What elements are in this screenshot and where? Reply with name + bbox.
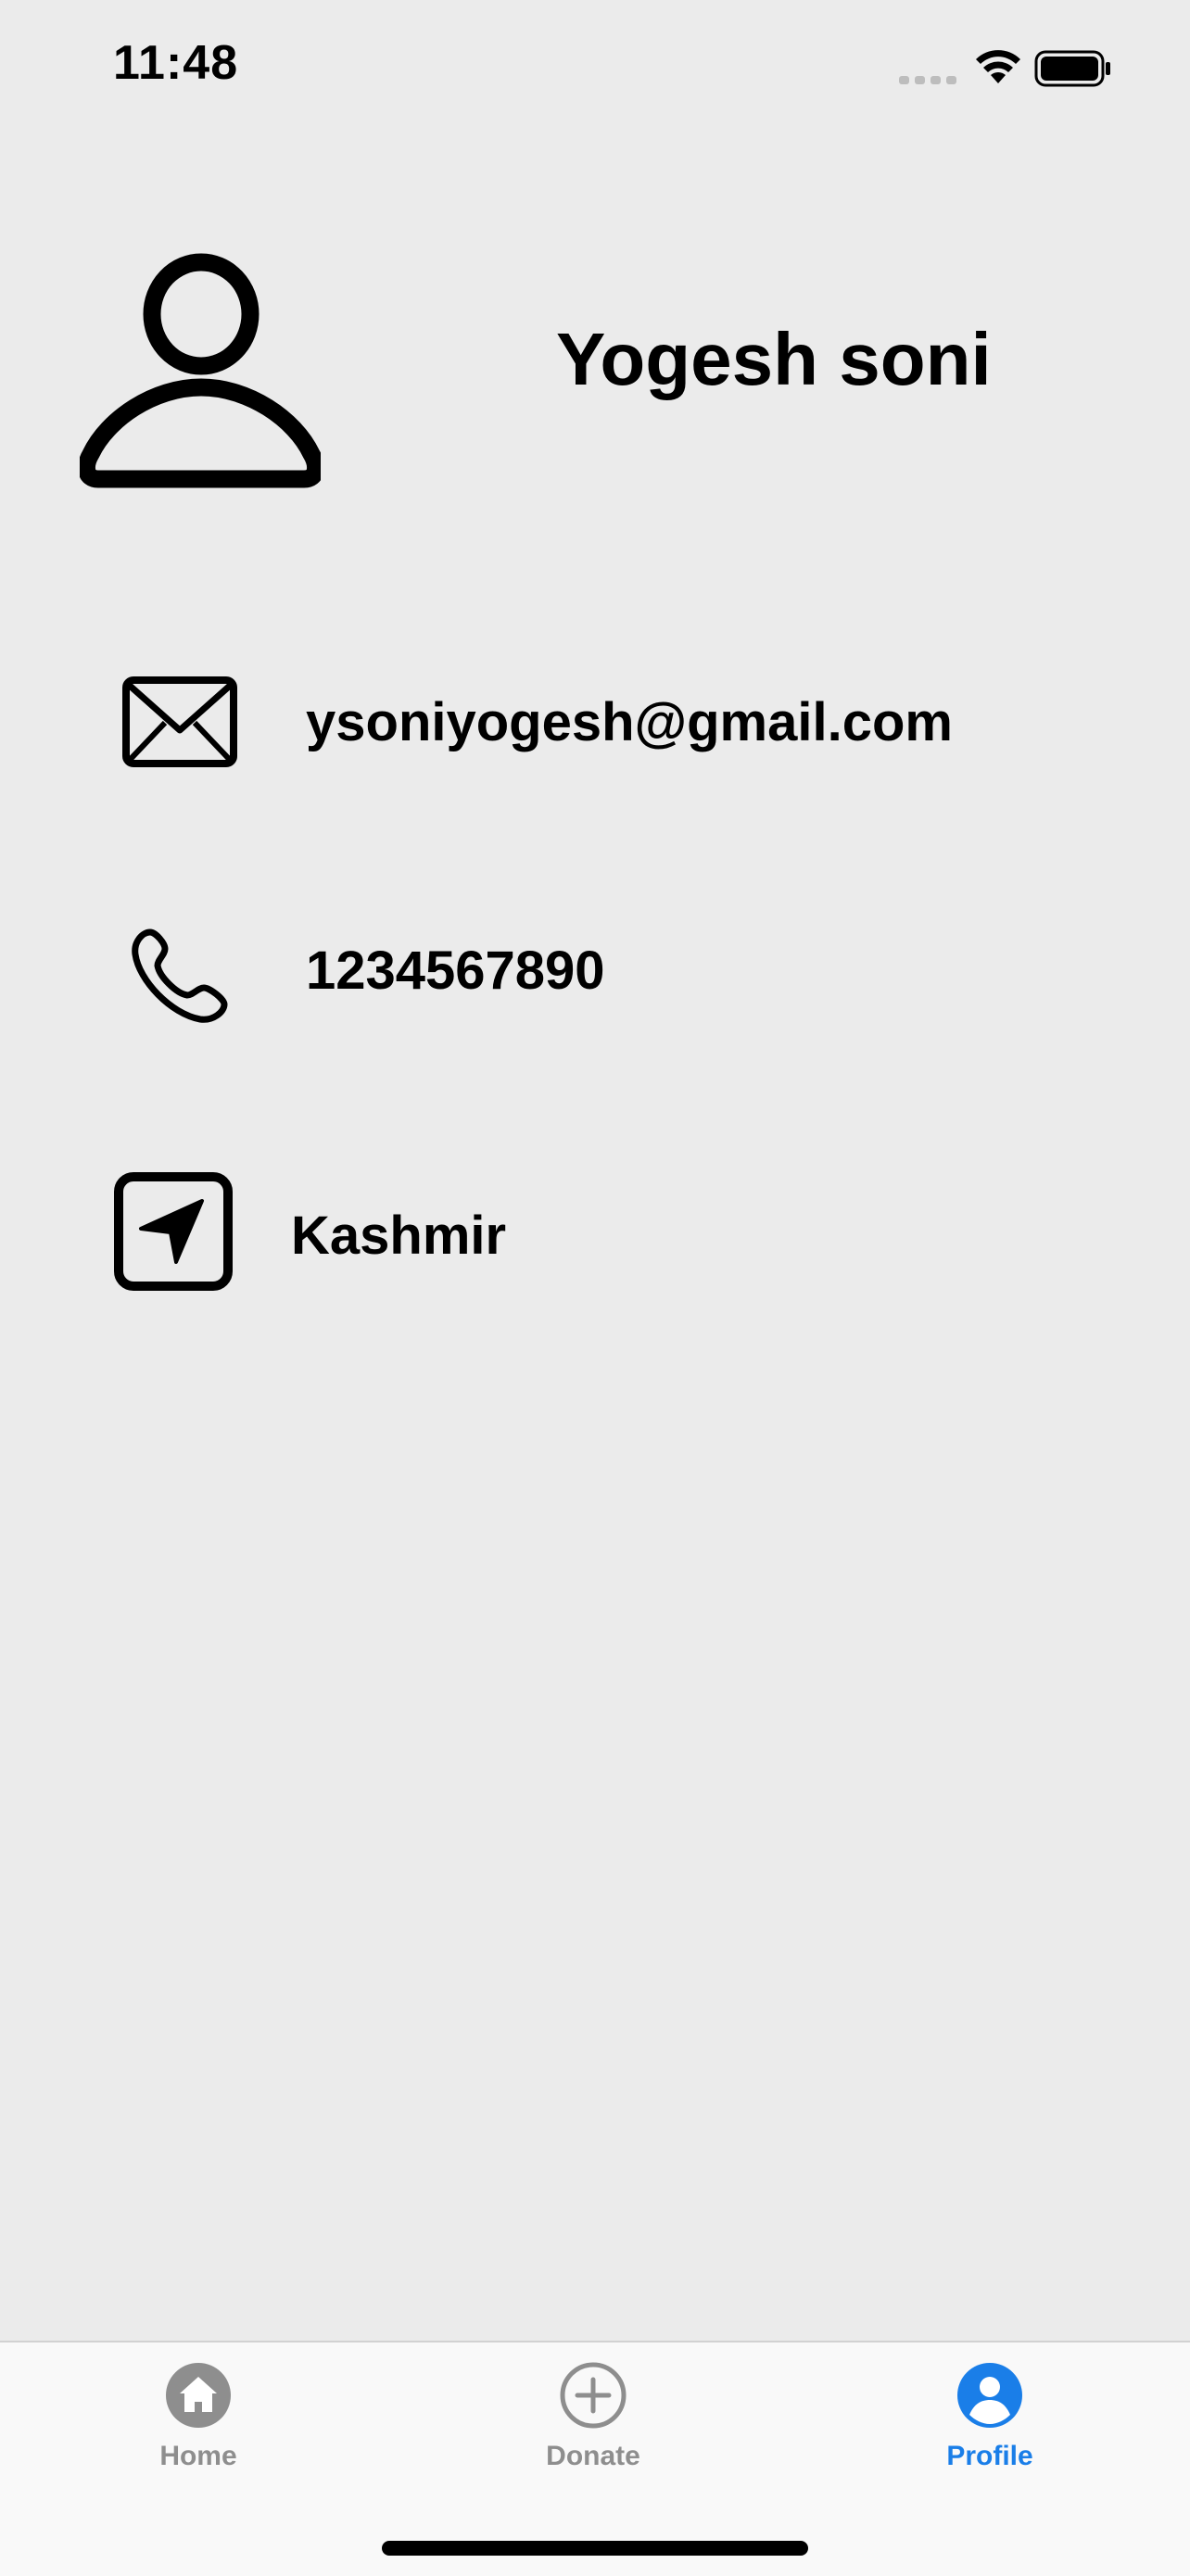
email-text: ysoniyogesh@gmail.com	[306, 692, 953, 752]
phone-text: 1234567890	[306, 941, 605, 1001]
tab-home[interactable]: Home	[96, 2361, 300, 2500]
envelope-icon	[122, 676, 237, 767]
person-outline-icon	[80, 253, 321, 488]
tab-home-label: Home	[159, 2441, 237, 2471]
location-arrow-square-icon	[114, 1172, 233, 1291]
phone-row: 1234567890	[0, 899, 1190, 1047]
profile-name: Yogesh soni	[556, 318, 992, 400]
location-text: Kashmir	[291, 1206, 507, 1266]
tab-profile[interactable]: Profile	[888, 2361, 1092, 2500]
tab-bar: Home Donate Profile	[0, 2341, 1190, 2576]
status-time: 11:48	[113, 36, 239, 90]
tab-profile-label: Profile	[946, 2441, 1033, 2471]
cellular-signal-icon	[899, 76, 956, 84]
status-bar: 11:48	[0, 0, 1190, 139]
wifi-icon	[976, 50, 1020, 83]
tab-donate-label: Donate	[546, 2441, 640, 2471]
plus-circle-icon	[560, 2362, 627, 2429]
phone-icon	[132, 928, 228, 1023]
email-row: ysoniyogesh@gmail.com	[0, 649, 1190, 797]
tab-donate[interactable]: Donate	[491, 2361, 695, 2500]
home-indicator[interactable]	[382, 2541, 808, 2556]
person-circle-icon	[957, 2363, 1022, 2428]
house-circle-icon	[166, 2363, 231, 2428]
location-row: Kashmir	[0, 1158, 1190, 1307]
battery-icon	[1034, 50, 1110, 87]
